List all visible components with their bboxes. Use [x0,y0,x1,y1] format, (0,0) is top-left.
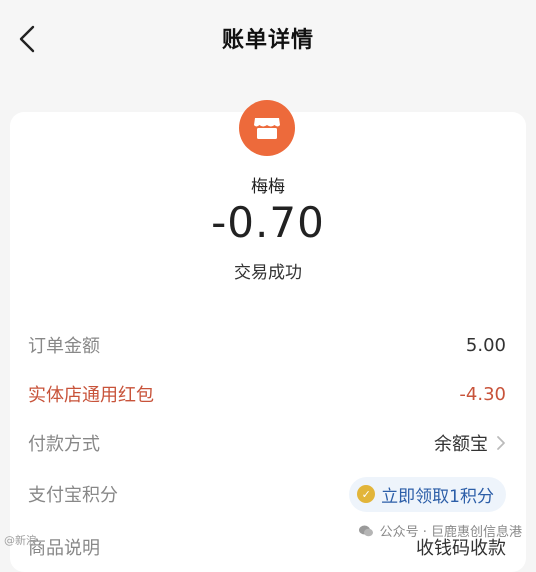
detail-row-payment-method[interactable]: 付款方式 余额宝 [28,428,506,458]
detail-label: 订单金额 [28,336,100,357]
claim-points-button[interactable]: ✓ 立即领取1积分 [349,476,506,512]
transaction-amount: -0.70 [211,198,325,247]
detail-label: 实体店通用红包 [28,385,154,406]
wechat-icon [358,525,373,536]
merchant-avatar [239,100,295,156]
page-title: 账单详情 [221,28,314,53]
store-icon [254,118,280,139]
detail-label: 付款方式 [28,434,100,455]
detail-row-alipay-points: 支付宝积分 ✓ 立即领取1积分 [28,476,506,512]
detail-row-order-amount: 订单金额 5.00 [28,330,506,360]
transaction-status: 交易成功 [234,263,302,283]
detail-label: 支付宝积分 [28,485,118,506]
detail-row-red-packet: 实体店通用红包 -4.30 [28,379,506,409]
payment-method-value[interactable]: 余额宝 [434,430,506,456]
detail-value: 5.00 [465,334,506,356]
merchant-name: 梅梅 [251,177,285,197]
detail-label: 商品说明 [28,538,100,559]
detail-value: 余额宝 [434,434,488,455]
watermark: 公众号 · 巨鹿惠创信息港 [358,521,522,540]
watermark-left: @新浪 [4,534,37,547]
chevron-right-icon [497,436,505,450]
nav-bar: 账单详情 [0,0,536,110]
detail-value: -4.30 [459,383,506,405]
claim-points-label: 立即领取1积分 [381,486,494,507]
coin-icon: ✓ [357,485,376,503]
watermark-text: 公众号 · 巨鹿惠创信息港 [379,525,522,540]
